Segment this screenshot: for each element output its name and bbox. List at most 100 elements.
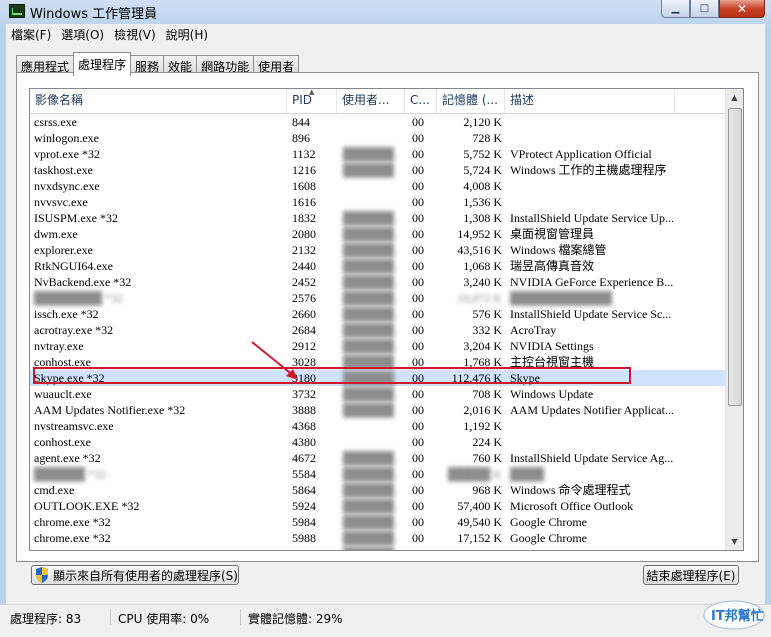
- process-pid: 3028: [292, 355, 316, 369]
- minimize-button[interactable]: ▁: [661, 0, 690, 18]
- process-user: ██████: [343, 403, 395, 417]
- processes-panel: 影像名稱 PID ▲ 使用者... C... 記憶體 (... 描述 csrss.…: [16, 72, 759, 562]
- maximize-button[interactable]: □: [690, 0, 719, 18]
- process-name: agent.exe *32: [34, 451, 101, 465]
- process-memory: 224 K: [472, 435, 502, 449]
- process-name: csrss.exe: [34, 115, 77, 129]
- menu-options[interactable]: 選項(O): [56, 26, 109, 43]
- process-row[interactable]: Skype.exe *32 3180 ██████ 00 112,476 K Skype: [30, 370, 726, 386]
- process-pid: 2440: [292, 259, 316, 273]
- process-row[interactable]: cmd.exe 5864 ██████ 00 968 K Windows 命令處理程式: [30, 482, 726, 498]
- process-user: [343, 434, 407, 450]
- process-row[interactable]: AAM Updates Notifier.exe *32 3888 ██████ 00…: [30, 402, 726, 418]
- process-cpu: 00: [412, 195, 424, 209]
- column-image-name[interactable]: 影像名稱: [30, 89, 287, 113]
- process-row[interactable]: ██████ *32 5584 ██████ 00 █████ K ████: [30, 466, 726, 482]
- process-row[interactable]: ISUSPM.exe *32 1832 ██████ 00 1,308 K Install…: [30, 210, 726, 226]
- process-cpu: 00: [412, 355, 424, 369]
- scroll-down-icon[interactable]: ▼: [726, 533, 743, 550]
- column-user[interactable]: 使用者...: [337, 89, 405, 113]
- process-cpu: 00: [412, 435, 424, 449]
- show-all-users-button[interactable]: 顯示來自所有使用者的處理程序(S): [31, 565, 239, 585]
- process-row[interactable]: nvtray.exe 2912 ██████ 00 3,204 K NVIDIA Sett…: [30, 338, 726, 354]
- process-list[interactable]: 影像名稱 PID ▲ 使用者... C... 記憶體 (... 描述 csrss.…: [29, 88, 744, 551]
- process-row[interactable]: chrome.exe *32 5984 ██████ 00 49,540 K Google…: [30, 514, 726, 530]
- process-name: OUTLOOK.EXE *32: [34, 499, 140, 513]
- process-name: cmd.exe: [34, 483, 75, 497]
- process-row[interactable]: acrotray.exe *32 2684 ██████ 00 332 K AcroTra…: [30, 322, 726, 338]
- process-row[interactable]: conhost.exe 4380 00 224 K: [30, 434, 726, 450]
- column-memory[interactable]: 記憶體 (...: [437, 89, 505, 113]
- process-description: [510, 178, 675, 194]
- process-cpu: 00: [412, 243, 424, 257]
- process-row[interactable]: agent.exe *32 4672 ██████ 00 760 K InstallShi…: [30, 450, 726, 466]
- process-memory: 1,536 K: [463, 195, 502, 209]
- process-row[interactable]: OUTLOOK.EXE *32 5924 ██████ 00 57,400 K Micro…: [30, 498, 726, 514]
- process-description: Windows 工作的主機處理程序: [510, 163, 667, 177]
- end-process-button[interactable]: 結束處理程序(E): [643, 565, 739, 585]
- process-pid: 4672: [292, 451, 316, 465]
- menu-file[interactable]: 檔案(F): [6, 26, 56, 43]
- process-description: [510, 434, 675, 450]
- show-all-users-label: 顯示來自所有使用者的處理程序(S): [53, 568, 238, 583]
- process-row[interactable]: chrome.exe *32 5988 ██████ 00 17,152 K Google…: [30, 530, 726, 546]
- status-cpu-usage: CPU 使用率: 0%: [118, 612, 210, 626]
- close-button[interactable]: ✕: [719, 0, 765, 18]
- process-user: [343, 114, 407, 130]
- menu-help[interactable]: 說明(H): [161, 26, 213, 43]
- process-memory: 17,152 K: [457, 531, 502, 545]
- vertical-scrollbar[interactable]: ▲ ▼: [725, 89, 743, 550]
- process-memory: 43,516 K: [457, 243, 502, 257]
- process-row[interactable]: winlogon.exe 896 00 728 K: [30, 130, 726, 146]
- process-memory: 760 K: [472, 451, 502, 465]
- process-name: chrome.exe *32: [34, 515, 111, 529]
- process-name: ████████ *32: [34, 291, 124, 305]
- process-memory: 49,540 K: [457, 515, 502, 529]
- process-row[interactable]: wuauclt.exe 3732 ██████ 00 708 K Windows Upda…: [30, 386, 726, 402]
- column-cpu[interactable]: C...: [405, 89, 437, 113]
- process-row[interactable]: csrss.exe 844 00 2,120 K: [30, 114, 726, 130]
- process-user: ██████: [343, 259, 395, 273]
- column-pid[interactable]: PID ▲: [287, 89, 337, 113]
- process-name: explorer.exe: [34, 243, 93, 257]
- process-row[interactable]: nvvsvc.exe 1616 00 1,536 K: [30, 194, 726, 210]
- menu-view[interactable]: 檢視(V): [109, 26, 161, 43]
- process-row[interactable]: conhost.exe 3028 ██████ 00 1,768 K 主控台視窗主機: [30, 354, 726, 370]
- process-memory: 5,752 K: [463, 147, 502, 161]
- process-row[interactable]: chrome.exe *32 6280 ██████ 00 68,484 K Google…: [30, 546, 726, 550]
- process-memory: 5,724 K: [463, 163, 502, 177]
- process-row[interactable]: NvBackend.exe *32 2452 ██████ 00 3,240 K NVID…: [30, 274, 726, 290]
- process-description: ████████████: [510, 291, 613, 305]
- process-pid: 5584: [292, 467, 316, 481]
- title-bar[interactable]: Windows 工作管理員 ▁ □ ✕: [0, 0, 771, 22]
- process-row[interactable]: dwm.exe 2080 ██████ 00 14,952 K 桌面視窗管理員: [30, 226, 726, 242]
- process-user: ██████: [343, 451, 395, 465]
- scroll-up-icon[interactable]: ▲: [726, 89, 743, 106]
- status-process-count: 處理程序: 83: [10, 612, 82, 626]
- process-name: nvtray.exe: [34, 339, 84, 353]
- process-description: InstallShield Update Service Sc...: [510, 307, 672, 321]
- process-row[interactable]: taskhost.exe 1216 ██████ 00 5,724 K Windows 工…: [30, 162, 726, 178]
- process-user: ██████: [343, 499, 395, 513]
- column-description[interactable]: 描述: [505, 89, 675, 113]
- process-user: ██████: [343, 323, 395, 337]
- process-pid: 3732: [292, 387, 316, 401]
- process-row[interactable]: issch.exe *32 2660 ██████ 00 576 K InstallShi…: [30, 306, 726, 322]
- process-description: Windows 命令處理程式: [510, 483, 631, 497]
- process-name: vprot.exe *32: [34, 147, 100, 161]
- process-description: [510, 130, 675, 146]
- process-row[interactable]: nvstreamsvc.exe 4368 00 1,192 K: [30, 418, 726, 434]
- process-row[interactable]: explorer.exe 2132 ██████ 00 43,516 K Windows …: [30, 242, 726, 258]
- process-name: chrome.exe *32: [34, 531, 111, 545]
- scroll-thumb[interactable]: [728, 108, 742, 406]
- process-row[interactable]: vprot.exe *32 1132 ██████ 00 5,752 K VProtect…: [30, 146, 726, 162]
- process-row[interactable]: RtkNGUI64.exe 2440 ██████ 00 1,068 K 瑞昱高傳真音效: [30, 258, 726, 274]
- process-description: Skype: [510, 371, 540, 385]
- tab-processes[interactable]: 處理程序: [73, 52, 132, 76]
- svg-text:IT邦幫忙: IT邦幫忙: [711, 608, 764, 624]
- process-user: ██████: [343, 467, 395, 481]
- process-row[interactable]: ████████ *32 2576 ██████ 00 10,072 K ████████…: [30, 290, 726, 306]
- process-cpu: 00: [412, 387, 424, 401]
- process-row[interactable]: nvxdsync.exe 1608 00 4,008 K: [30, 178, 726, 194]
- process-description: NVIDIA GeForce Experience B...: [510, 275, 674, 289]
